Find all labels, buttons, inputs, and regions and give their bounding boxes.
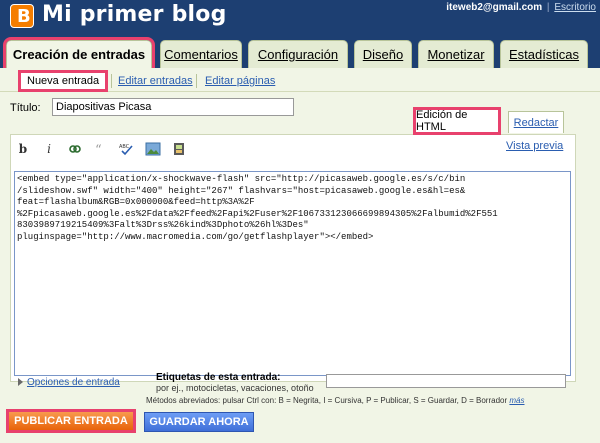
user-email: iteweb2@gmail.com	[446, 2, 543, 13]
editor-toolbar: b i “ ABC	[14, 138, 188, 160]
sub-tabs: Nueva entrada Editar entradas Editar pág…	[0, 68, 600, 92]
publish-button[interactable]: PUBLICAR ENTRADA	[6, 409, 136, 433]
user-box: iteweb2@gmail.com | Escritorio	[446, 2, 596, 13]
tab-edit-html[interactable]: Edición de HTML	[413, 107, 501, 135]
app-header: B Mi primer blog iteweb2@gmail.com | Esc…	[0, 0, 600, 34]
tab-comments[interactable]: Comentarios	[160, 40, 242, 68]
tab-stats[interactable]: Estadísticas	[500, 40, 588, 68]
user-separator: |	[546, 2, 550, 13]
labels-hint: por ej., motocicletas, vacaciones, otoño	[156, 383, 314, 393]
main-tabs: Creación de entradas Comentarios Configu…	[0, 34, 600, 71]
shortcuts-more-link[interactable]: más	[509, 396, 524, 405]
subtab-new-post[interactable]: Nueva entrada	[18, 70, 109, 92]
caret-right-icon	[18, 378, 23, 387]
subtab-edit-pages[interactable]: Editar páginas	[205, 72, 275, 90]
shortcuts-help: Métodos abreviados: pulsar Ctrl con: B =…	[146, 396, 525, 405]
blogger-logo-icon[interactable]: B	[10, 4, 34, 28]
preview-link[interactable]: Vista previa	[506, 140, 563, 152]
editor-panel: Título: Edición de HTML Redactar b i “ A…	[0, 92, 600, 443]
quote-icon[interactable]: “	[92, 140, 110, 158]
video-icon[interactable]	[170, 140, 188, 158]
dashboard-link[interactable]: Escritorio	[554, 2, 596, 13]
title-label: Título:	[10, 102, 41, 114]
shortcuts-text: Métodos abreviados: pulsar Ctrl con: B =…	[146, 396, 508, 405]
tab-posting[interactable]: Creación de entradas	[3, 37, 155, 71]
post-options-label: Opciones de entrada	[27, 377, 120, 388]
italic-button[interactable]: i	[40, 140, 58, 158]
tab-monetize[interactable]: Monetizar	[418, 40, 494, 68]
subtab-edit-posts[interactable]: Editar entradas	[118, 72, 193, 90]
html-editor-textarea[interactable]: <embed type="application/x-shockwave-fla…	[14, 171, 571, 376]
subtab-divider	[111, 74, 112, 88]
link-icon[interactable]	[66, 140, 84, 158]
blog-title: Mi primer blog	[42, 2, 227, 27]
subtab-divider	[196, 74, 197, 88]
title-input[interactable]	[52, 98, 294, 116]
image-icon[interactable]	[144, 140, 162, 158]
labels-title: Etiquetas de esta entrada:	[156, 372, 281, 383]
tab-settings[interactable]: Configuración	[248, 40, 348, 68]
svg-text:ABC: ABC	[119, 144, 130, 150]
svg-text:“: “	[95, 143, 102, 156]
labels-input[interactable]	[326, 374, 566, 388]
post-options-toggle[interactable]: Opciones de entrada	[18, 377, 120, 388]
bold-button[interactable]: b	[14, 140, 32, 158]
tab-compose[interactable]: Redactar	[508, 111, 564, 133]
save-now-button[interactable]: GUARDAR AHORA	[144, 412, 254, 432]
tab-layout[interactable]: Diseño	[354, 40, 412, 68]
spellcheck-icon[interactable]: ABC	[118, 140, 136, 158]
